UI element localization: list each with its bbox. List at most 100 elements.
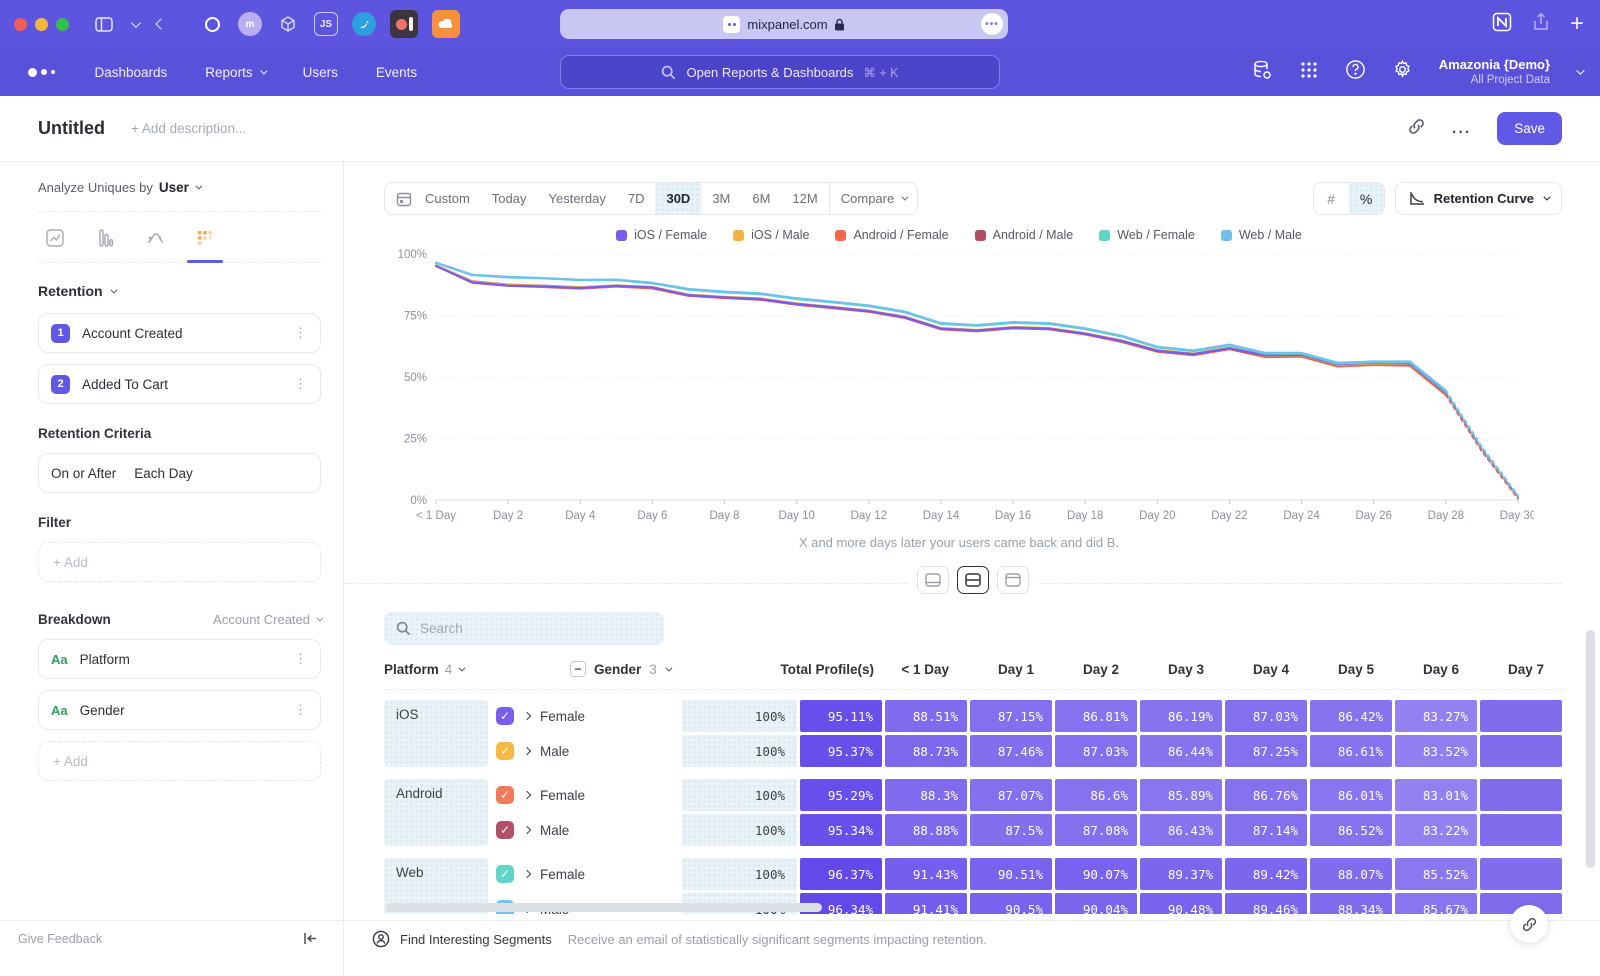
vertical-scrollbar[interactable] [1586, 630, 1595, 868]
retention-value-cell[interactable]: 87.08% [1055, 814, 1137, 846]
ring-icon[interactable] [200, 12, 224, 36]
retention-value-cell[interactable]: 88.34% [1310, 893, 1392, 914]
collapse-sidebar-icon[interactable] [303, 932, 317, 948]
give-feedback-link[interactable]: Give Feedback [18, 932, 102, 946]
add-description[interactable]: + Add description... [131, 121, 246, 136]
save-button[interactable]: Save [1497, 112, 1562, 145]
close-button[interactable] [14, 18, 27, 31]
retention-value-cell[interactable]: 87.03% [1055, 735, 1137, 767]
retention-value-cell[interactable]: 95.11% [800, 700, 882, 732]
expand-chevron-icon[interactable] [523, 747, 531, 755]
nav-users[interactable]: Users [303, 65, 338, 80]
retention-value-cell[interactable]: 87.07% [970, 779, 1052, 811]
retention-value-cell[interactable]: 83.52% [1395, 735, 1477, 767]
notion-icon[interactable] [1492, 12, 1512, 37]
series-checkbox[interactable]: ✓ [496, 786, 514, 804]
share-icon[interactable] [1532, 12, 1550, 37]
global-search[interactable]: Open Reports & Dashboards ⌘ + K [560, 55, 1000, 89]
series-checkbox[interactable]: ✓ [496, 707, 514, 725]
tab-funnels[interactable] [92, 226, 118, 250]
retention-value-cell[interactable]: 86.44% [1140, 735, 1222, 767]
legend-item[interactable]: Android / Male [975, 228, 1074, 242]
expand-chevron-icon[interactable] [523, 826, 531, 834]
step-account-created[interactable]: 1 Account Created ⋮ [38, 313, 321, 353]
retention-value-cell[interactable]: 90.07% [1055, 858, 1137, 890]
share-link-fab[interactable] [1510, 905, 1548, 943]
nav-reports[interactable]: Reports [205, 65, 264, 80]
help-icon[interactable] [1345, 59, 1366, 85]
minimize-button[interactable] [35, 18, 48, 31]
sidebar-toggle-icon[interactable] [95, 17, 113, 32]
breakdown-scope-select[interactable]: Account Created [213, 612, 321, 627]
step-kebab-icon[interactable]: ⋮ [294, 325, 308, 341]
range-yesterday[interactable]: Yesterday [538, 182, 617, 215]
series-checkbox[interactable]: ✓ [496, 821, 514, 839]
retention-value-cell[interactable]: 88.88% [885, 814, 967, 846]
range-6m[interactable]: 6M [741, 182, 781, 215]
record-icon[interactable] [390, 10, 418, 38]
retention-value-cell[interactable]: 86.76% [1225, 779, 1307, 811]
find-segments-title[interactable]: Find Interesting Segments [400, 932, 552, 947]
retention-value-cell[interactable]: 90.48% [1140, 893, 1222, 914]
layout-chart-only-icon[interactable] [917, 566, 949, 594]
retention-value-cell[interactable]: 95.29% [800, 779, 882, 811]
address-bar[interactable]: mixpanel.com ••• [560, 9, 1008, 39]
retention-value-cell[interactable]: 87.46% [970, 735, 1052, 767]
range-custom[interactable]: Custom [414, 182, 481, 215]
breakdown-kebab-icon[interactable]: ⋮ [294, 702, 308, 718]
new-tab-button[interactable]: + [1570, 12, 1584, 36]
retention-value-cell[interactable]: 90.04% [1055, 893, 1137, 914]
platform-cell[interactable]: Android [384, 779, 488, 846]
horizontal-scrollbar[interactable] [386, 903, 822, 912]
legend-item[interactable]: Android / Female [835, 228, 948, 242]
series-checkbox[interactable]: ✓ [496, 865, 514, 883]
breakdown-kebab-icon[interactable]: ⋮ [294, 651, 308, 667]
add-breakdown-button[interactable]: + Add [38, 741, 321, 781]
fullscreen-button[interactable] [56, 18, 69, 31]
retention-value-cell[interactable]: 86.01% [1310, 779, 1392, 811]
retention-value-cell[interactable]: 85.89% [1140, 779, 1222, 811]
expand-chevron-icon[interactable] [523, 712, 531, 720]
retention-value-cell[interactable]: 89.42% [1225, 858, 1307, 890]
legend-item[interactable]: iOS / Male [733, 228, 809, 242]
column-header[interactable]: Day 7 [1469, 662, 1554, 677]
legend-item[interactable]: iOS / Female [616, 228, 707, 242]
report-title[interactable]: Untitled [38, 118, 105, 139]
platform-column-header[interactable]: Platform 4 [384, 662, 570, 677]
retention-value-cell[interactable]: 87.5% [970, 814, 1052, 846]
account-switcher[interactable]: Amazonia {Demo} All Project Data [1439, 57, 1550, 88]
js-icon[interactable]: JS [314, 12, 338, 36]
column-header[interactable]: Day 6 [1384, 662, 1469, 677]
gender-cell[interactable]: ✓Female [496, 700, 679, 732]
retention-value-cell[interactable]: 86.6% [1055, 779, 1137, 811]
criteria-window[interactable]: Each Day [134, 466, 193, 481]
retention-criteria-card[interactable]: On or After Each Day [38, 453, 321, 493]
tab-insights[interactable] [42, 226, 68, 250]
retention-value-cell[interactable]: 87.15% [970, 700, 1052, 732]
compare-button[interactable]: Compare [829, 182, 917, 215]
retention-value-cell[interactable]: 86.42% [1310, 700, 1392, 732]
retention-section-header[interactable]: Retention [38, 283, 321, 299]
url-extensions-button[interactable]: ••• [981, 13, 1003, 35]
layout-split-icon[interactable] [957, 566, 989, 594]
retention-value-cell[interactable]: 86.52% [1310, 814, 1392, 846]
retention-value-cell[interactable]: 85.52% [1395, 858, 1477, 890]
copy-link-icon[interactable] [1407, 117, 1426, 141]
range-7d[interactable]: 7D [617, 182, 656, 215]
layout-table-only-icon[interactable] [997, 566, 1029, 594]
retention-value-cell[interactable]: 91.43% [885, 858, 967, 890]
back-button[interactable] [157, 20, 165, 28]
nav-dashboards[interactable]: Dashboards [95, 65, 168, 80]
column-header[interactable]: Day 2 [1044, 662, 1129, 677]
retention-value-cell[interactable]: 91.41% [885, 893, 967, 914]
calendar-icon[interactable] [385, 182, 414, 215]
breakdown-platform[interactable]: Aa Platform ⋮ [38, 639, 321, 679]
column-header[interactable]: < 1 Day [874, 662, 959, 677]
bird-icon[interactable] [352, 12, 376, 36]
retention-value-cell[interactable]: 88.07% [1310, 858, 1392, 890]
gender-cell[interactable]: ✓Male [496, 814, 679, 846]
expand-chevron-icon[interactable] [523, 791, 531, 799]
retention-value-cell[interactable]: 89.37% [1140, 858, 1222, 890]
retention-value-cell[interactable]: 89.46% [1225, 893, 1307, 914]
legend-item[interactable]: Web / Female [1099, 228, 1195, 242]
